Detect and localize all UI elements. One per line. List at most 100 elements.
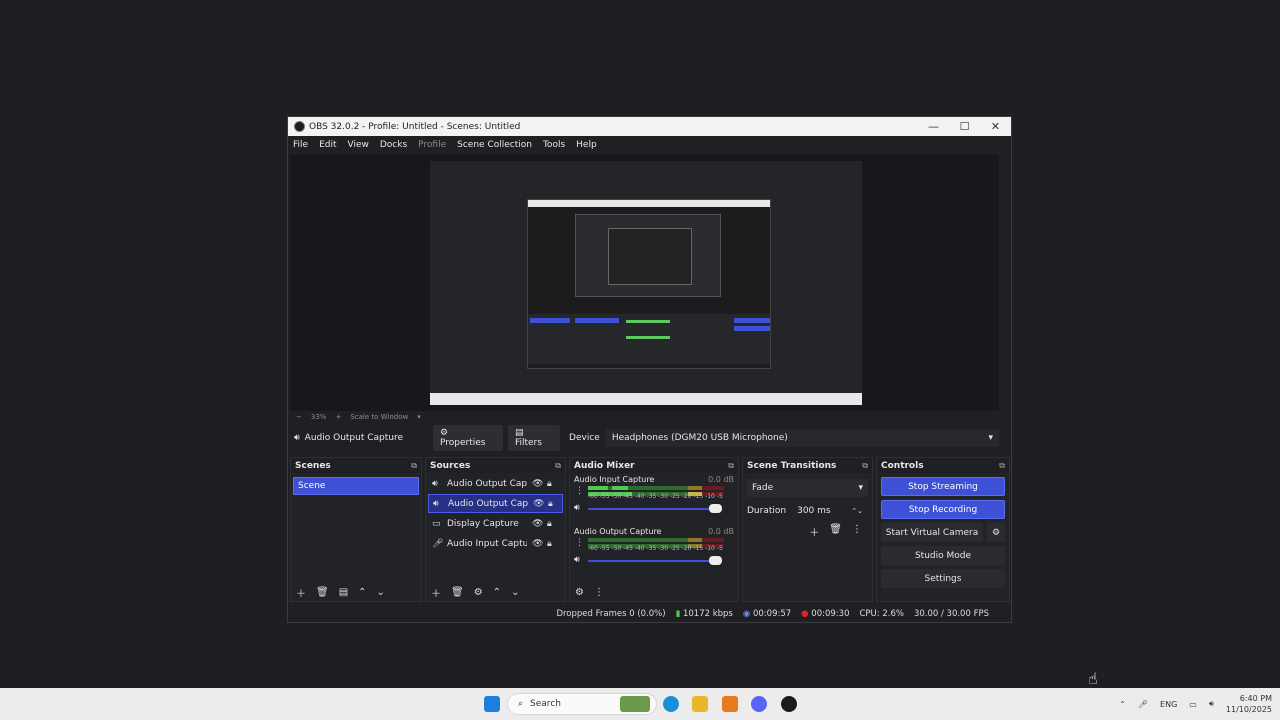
microphone-tray-icon[interactable]: 🎤︎ [1138, 700, 1148, 709]
volume-slider[interactable] [588, 560, 716, 562]
fps-status: 30.00 / 30.00 FPS [913, 609, 989, 619]
program-preview[interactable] [430, 161, 862, 405]
zoom-in-button[interactable]: + [335, 413, 341, 421]
studio-mode-button[interactable]: Studio Mode [881, 546, 1005, 565]
stop-streaming-button[interactable]: Stop Streaming [881, 477, 1005, 496]
file-explorer-icon[interactable] [692, 696, 708, 712]
duration-label: Duration [747, 506, 787, 516]
undock-icon[interactable]: ⧉ [411, 461, 417, 471]
scene-list-item[interactable]: Scene [293, 477, 419, 495]
undock-icon[interactable]: ⧉ [999, 461, 1005, 471]
minimize-button[interactable]: — [918, 117, 949, 136]
volume-slider-handle[interactable] [709, 504, 722, 513]
monitor-icon: ▭ [432, 518, 441, 529]
language-indicator[interactable]: ENG [1160, 700, 1177, 709]
mixer-channel: Audio Output Capture 0.0 dB ⋮ -60 -55 -50… [570, 525, 738, 577]
remove-source-button[interactable]: 🗑︎ [451, 587, 464, 598]
menu-file[interactable]: File [293, 140, 308, 150]
speaker-icon: 🔊︎ [294, 433, 300, 443]
channel-db: 0.0 dB [708, 475, 734, 484]
close-button[interactable]: ✕ [980, 117, 1011, 136]
edge-browser-icon[interactable] [663, 696, 679, 712]
mixer-menu-icon[interactable]: ⋮ [594, 587, 604, 598]
mute-speaker-icon[interactable]: 🔊︎ [574, 503, 580, 513]
start-virtual-camera-button[interactable]: Start Virtual Camera [881, 523, 983, 542]
device-select[interactable]: Headphones (DGM20 USB Microphone) ▾ [605, 429, 999, 447]
preview-area [290, 155, 999, 411]
mute-speaker-icon[interactable]: 🔊︎ [574, 555, 580, 565]
eye-icon[interactable]: 👁︎ [532, 519, 543, 529]
transition-menu-icon[interactable]: ⋮ [852, 524, 862, 539]
channel-menu-icon[interactable]: ⋮ [575, 538, 584, 548]
app-icon[interactable] [722, 696, 738, 712]
chevron-down-icon: ▾ [858, 483, 863, 493]
eye-icon[interactable]: 👁︎ [532, 539, 543, 549]
obs-taskbar-icon[interactable] [781, 696, 797, 712]
move-down-button[interactable]: ⌄ [377, 587, 385, 598]
lock-icon[interactable]: 🔒︎ [548, 499, 558, 509]
duration-spinbox[interactable]: 300 ms ⌃⌄ [792, 503, 868, 519]
menu-edit[interactable]: Edit [319, 140, 336, 150]
scene-transitions-dock: Scene Transitions ⧉ Fade ▾ Duration 300 ms… [742, 457, 873, 602]
gear-icon: ⚙ [439, 428, 449, 438]
device-value: Headphones (DGM20 USB Microphone) [611, 433, 788, 443]
source-item[interactable]: 🎤︎ Audio Input Captur 👁︎ 🔒︎ [428, 534, 563, 553]
virtual-camera-gear-icon[interactable]: ⚙ [987, 523, 1005, 542]
add-scene-button[interactable]: ＋ [296, 585, 306, 600]
menu-view[interactable]: View [348, 140, 369, 150]
volume-icon[interactable]: 🔊︎ [1209, 699, 1214, 709]
windows-start-icon[interactable] [484, 696, 500, 712]
undock-icon[interactable]: ⧉ [555, 461, 561, 471]
scale-mode-dropdown-icon[interactable]: ▾ [417, 413, 421, 421]
properties-button[interactable]: ⚙ Properties [432, 425, 503, 451]
settings-button[interactable]: Settings [881, 569, 1005, 588]
move-up-button[interactable]: ⌃ [493, 587, 501, 598]
chevron-down-icon: ▾ [988, 433, 993, 443]
menu-profile[interactable]: Profile [418, 140, 446, 150]
source-item[interactable]: 🔊︎ Audio Output Captu 👁︎ 🔒︎ [428, 474, 563, 493]
stop-recording-button[interactable]: Stop Recording [881, 500, 1005, 519]
zoom-out-button[interactable]: − [296, 413, 302, 421]
maximize-button[interactable]: ☐ [949, 117, 980, 136]
add-source-button[interactable]: ＋ [431, 585, 441, 600]
lock-icon[interactable]: 🔒︎ [547, 479, 557, 489]
hand-cursor-icon: ☝ [1088, 669, 1098, 688]
undock-icon[interactable]: ⧉ [728, 461, 734, 471]
eye-icon[interactable]: 👁︎ [532, 479, 543, 489]
dropped-frames: Dropped Frames 0 (0.0%) [556, 609, 666, 619]
move-up-button[interactable]: ⌃ [358, 587, 366, 598]
volume-slider[interactable] [588, 508, 716, 510]
scale-mode[interactable]: Scale to Window [350, 413, 408, 421]
channel-menu-icon[interactable]: ⋮ [575, 486, 584, 496]
taskbar: ⌕ Search ⌃ 🎤︎ ENG ▭ 🔊︎ 6:40 PM 11/10/202… [0, 688, 1280, 720]
source-properties-button[interactable]: ⚙ [474, 587, 483, 598]
filters-button[interactable]: ▤ Filters [507, 425, 561, 451]
remove-transition-button[interactable]: 🗑︎ [829, 524, 842, 539]
lock-icon[interactable]: 🔒︎ [547, 539, 557, 549]
clock[interactable]: 6:40 PM 11/10/2025 [1226, 693, 1272, 715]
source-item[interactable]: ▭ Display Capture 👁︎ 🔒︎ [428, 514, 563, 533]
microphone-icon: 🎤︎ [432, 538, 444, 549]
advanced-audio-icon[interactable]: ⚙ [575, 587, 584, 598]
scenes-dock: Scenes ⧉ Scene ＋ 🗑︎ ▤ ⌃ ⌄ [290, 457, 422, 602]
undock-icon[interactable]: ⧉ [862, 461, 868, 471]
network-icon[interactable]: ▭ [1189, 700, 1197, 709]
widget-icon[interactable] [620, 696, 650, 712]
source-item-selected[interactable]: 🔊︎ Audio Output Captu 👁︎ 🔒︎ [428, 494, 563, 513]
chat-app-icon[interactable] [751, 696, 767, 712]
menu-help[interactable]: Help [576, 140, 597, 150]
add-transition-button[interactable]: ＋ [809, 524, 819, 539]
spin-arrows-icon[interactable]: ⌃⌄ [851, 507, 863, 515]
remove-scene-button[interactable]: 🗑︎ [316, 587, 329, 598]
chevron-up-icon[interactable]: ⌃ [1119, 700, 1126, 709]
volume-slider-handle[interactable] [709, 556, 722, 565]
scene-filters-button[interactable]: ▤ [339, 587, 348, 598]
channel-db: 0.0 dB [708, 527, 734, 536]
transition-select[interactable]: Fade ▾ [747, 479, 868, 497]
lock-icon[interactable]: 🔒︎ [547, 519, 557, 529]
eye-icon[interactable]: 👁︎ [533, 499, 544, 509]
menu-scene-collection[interactable]: Scene Collection [457, 140, 532, 150]
move-down-button[interactable]: ⌄ [511, 587, 519, 598]
menu-docks[interactable]: Docks [380, 140, 407, 150]
menu-tools[interactable]: Tools [543, 140, 565, 150]
